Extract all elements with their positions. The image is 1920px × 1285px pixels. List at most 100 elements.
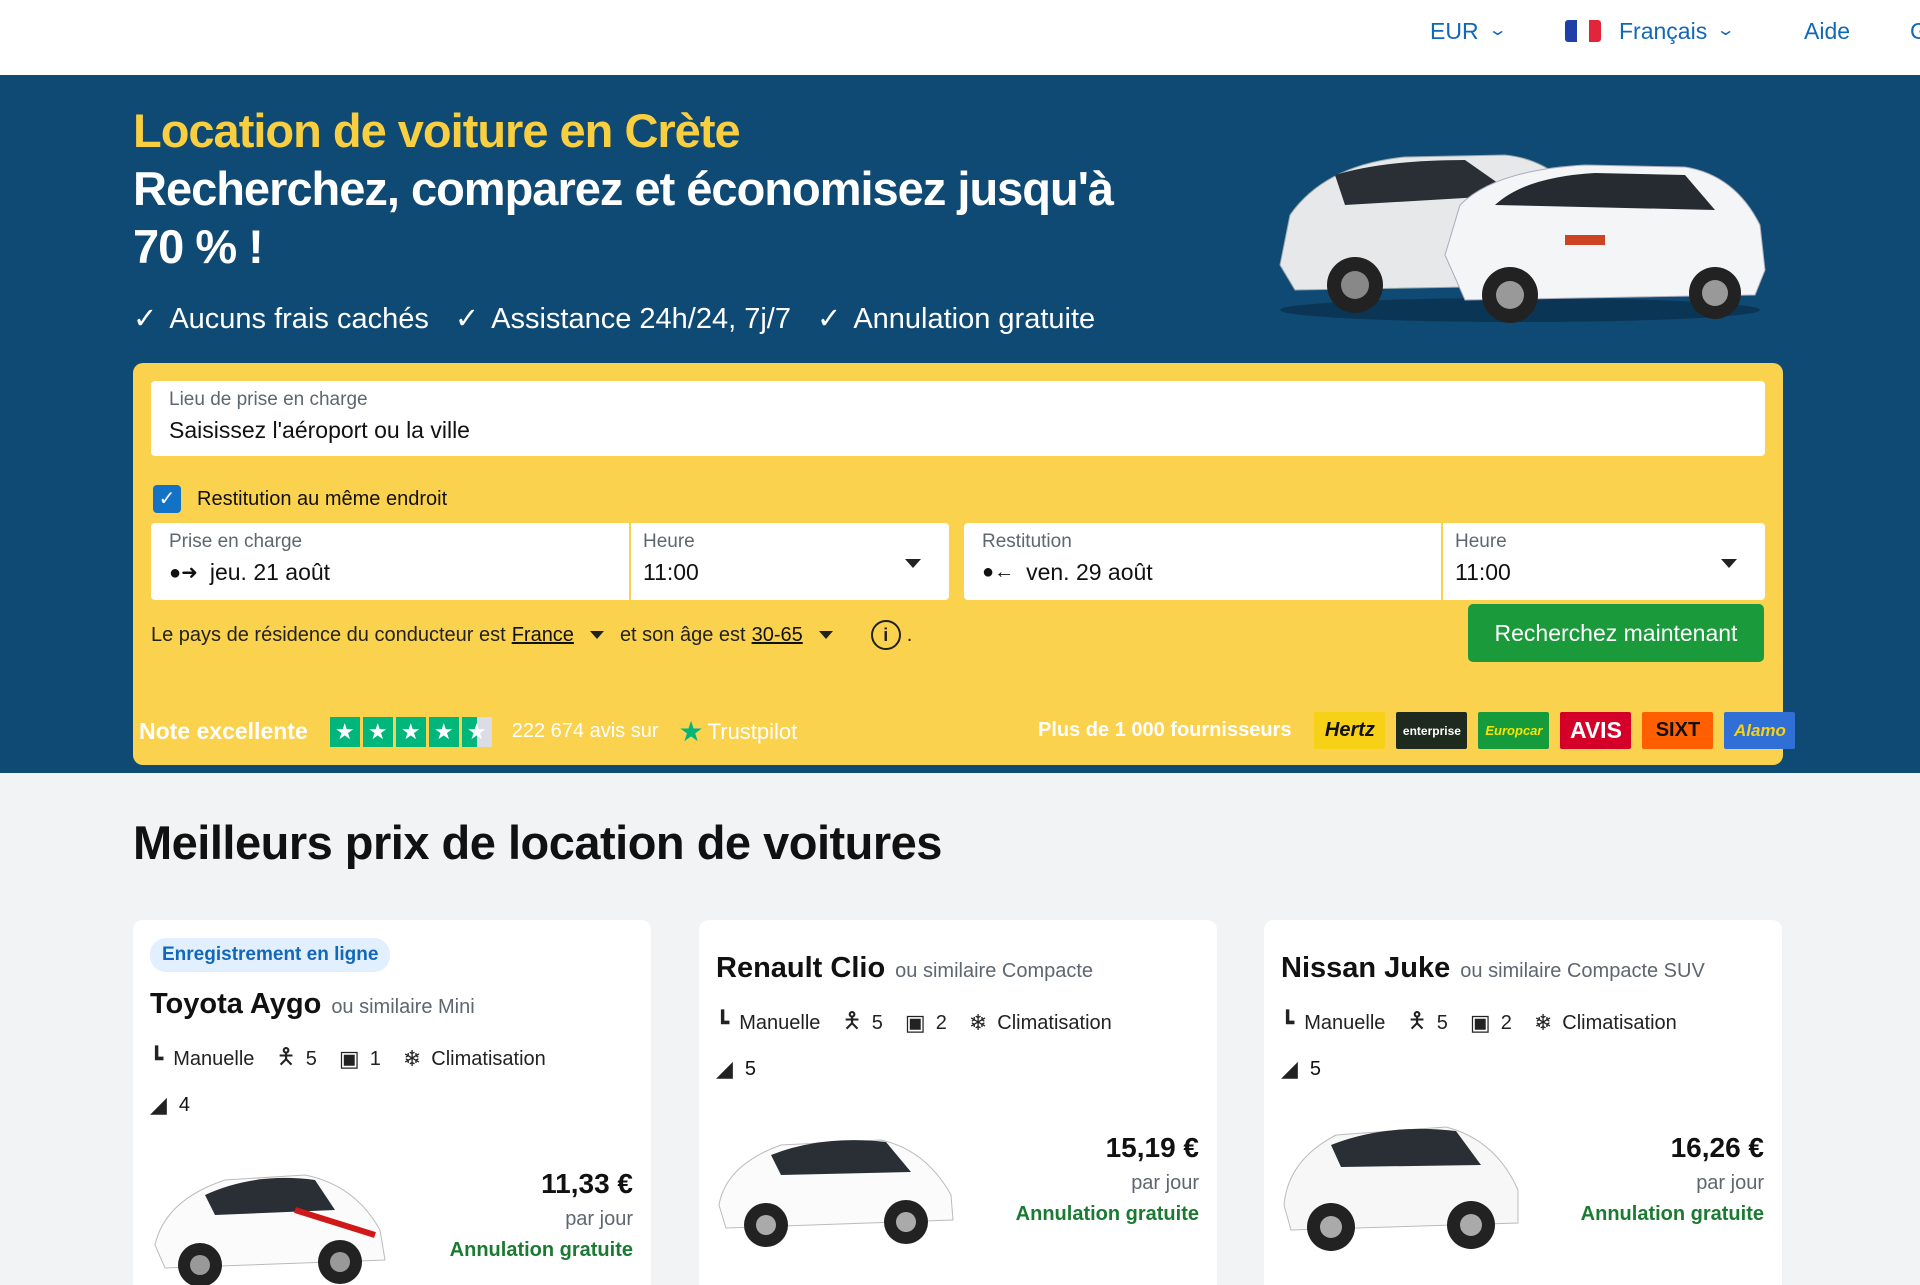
driver-age-link[interactable]: 30-65 [752,624,803,647]
info-icon[interactable]: i [870,620,901,650]
trustpilot-logo[interactable]: ★ Trustpilot [679,715,798,748]
air-conditioning: Climatisation [431,1047,546,1070]
car-category: ou similaire Mini [331,996,475,1018]
same-location-checkbox-row[interactable]: ✓ Restitution au même endroit [153,485,447,513]
gearshift-icon: ┗ [1281,1010,1295,1035]
return-time-label: Heure [1455,531,1507,552]
benefit-item: ✓ Assistance 24h/24, 7j/7 [455,301,791,336]
return-arrow-icon: ●← [982,561,1015,583]
pickup-time-value: 11:00 [643,559,699,585]
cut-off-nav-item[interactable]: G [1910,16,1920,46]
hero-cars-image [1279,154,1766,323]
snowflake-icon: ❄ [968,1010,988,1035]
driver-residence-line: Le pays de résidence du conducteur est F… [151,620,912,650]
return-date-field[interactable]: Restitution ●← ven. 29 août [964,523,1441,600]
per-day-label: par jour [1696,1172,1764,1194]
pickup-date-value: jeu. 21 août [209,559,331,585]
car-name-row: Renault Clio ou similaire Compacte [716,952,1093,985]
car-door-icon: ◢ [150,1092,167,1117]
car-image [718,1139,954,1247]
chevron-down-icon: ⌄ [1715,22,1736,39]
check-icon: ✓ [133,303,158,335]
person-icon: 🯅 [276,1044,296,1069]
trustpilot-rating: Note excellente ★ ★ ★ ★ ★ 222 674 avis s… [139,715,797,748]
air-conditioning: Climatisation [1562,1011,1677,1034]
star-icon: ★ [395,716,426,747]
pickup-location-input[interactable]: Saisissez l'aéroport ou la ville [169,417,470,444]
bags: 2 [1500,1011,1512,1034]
caret-down-icon [905,559,921,568]
enterprise-logo: enterprise [1396,712,1468,749]
france-flag-icon [1565,20,1601,42]
language-label: Français [1619,18,1708,44]
search-now-button[interactable]: Recherchez maintenant [1468,604,1764,662]
pickup-time-select[interactable]: Heure 11:00 [631,523,949,600]
pickup-arrow-icon: ●➜ [169,562,198,584]
per-day-label: par jour [565,1208,633,1230]
car-image [1283,1126,1519,1251]
transmission: Manuelle [739,1011,821,1034]
car-door-icon: ◢ [716,1056,733,1081]
trustpilot-text: Trustpilot [707,718,798,744]
currency-label: EUR [1430,18,1479,44]
pickup-location-field[interactable]: Lieu de prise en charge Saisissez l'aéro… [151,381,1765,456]
seats: 5 [305,1047,317,1070]
top-bar: EUR ⌄ Français ⌄ Aide G [0,0,1920,75]
currency-selector[interactable]: EUR ⌄ [1430,16,1507,46]
car-category: ou similaire Compacte SUV [1460,960,1705,982]
pickup-date-field[interactable]: Prise en charge ●➜ jeu. 21 août [151,523,629,600]
bags: 1 [369,1047,381,1070]
search-form: Lieu de prise en charge Saisissez l'aéro… [133,363,1783,765]
page-subtitle: Recherchez, comparez et économisez jusqu… [133,162,1114,273]
europcar-logo: Europcar [1478,712,1550,749]
price-amount: 16,26 € [1670,1132,1764,1163]
car-door-icon: ◢ [1281,1056,1298,1081]
caret-down-icon[interactable] [818,631,833,639]
rating-stars: ★ ★ ★ ★ ★ [329,716,492,747]
per-day-label: par jour [1131,1172,1199,1194]
price-block: 11,33 € par jour Annulation gratuite [450,1168,633,1262]
doors-row: ◢ 5 [716,1056,756,1082]
trustpilot-star-icon: ★ [678,716,704,747]
doors: 5 [1309,1057,1322,1080]
rating-label: Note excellente [139,718,308,744]
same-location-label: Restitution au même endroit [197,487,448,510]
checkbox-checked-icon[interactable]: ✓ [153,485,181,513]
person-icon: 🯅 [1407,1008,1427,1033]
person-icon: 🯅 [842,1008,862,1033]
car-offer-card[interactable]: Enregistrement en ligne Toyota Aygo ou si… [133,920,651,1285]
residence-country-link[interactable]: France [512,624,574,647]
hero-banner: Location de voiture en Crète Recherchez,… [0,75,1920,773]
age-prefix: et son âge est [619,623,746,646]
car-specs: ┗ Manuelle 🯅 5 ▣ 1 ❄ Climatisation [150,1040,546,1078]
help-link[interactable]: Aide [1804,16,1850,46]
doors: 5 [744,1057,757,1080]
car-offer-card[interactable]: Nissan Juke ou similaire Compacte SUV ┗ Ma… [1264,920,1782,1285]
car-name: Toyota Aygo [150,988,322,1020]
benefit-text: Aucuns frais cachés [169,303,429,335]
car-offer-card[interactable]: Renault Clio ou similaire Compacte ┗ Manue… [699,920,1217,1285]
language-selector[interactable]: Français ⌄ [1565,16,1736,46]
gearshift-icon: ┗ [716,1010,730,1035]
check-icon: ✓ [454,303,480,335]
car-category: ou similaire Compacte [895,960,1094,982]
doors-row: ◢ 4 [150,1092,190,1118]
half-star-icon: ★ [461,716,492,747]
caret-down-icon[interactable] [589,631,604,639]
return-date-value: ven. 29 août [1026,559,1153,585]
snowflake-icon: ❄ [402,1046,422,1071]
benefit-text: Assistance 24h/24, 7j/7 [491,303,791,335]
return-time-select[interactable]: Heure 11:00 [1443,523,1765,600]
suppliers-label: Plus de 1 000 fournisseurs [1038,719,1292,741]
star-icon: ★ [329,716,360,747]
doors: 4 [178,1093,191,1116]
free-cancellation: Annulation gratuite [449,1239,633,1261]
benefit-item: ✓ Aucuns frais cachés [133,301,429,336]
star-icon: ★ [428,716,459,747]
car-image [154,1174,386,1285]
pickup-time-label: Heure [643,531,695,552]
residence-prefix: Le pays de résidence du conducteur est [151,623,506,646]
luggage-icon: ▣ [904,1010,926,1035]
caret-down-icon [1721,559,1737,568]
transmission: Manuelle [173,1047,255,1070]
